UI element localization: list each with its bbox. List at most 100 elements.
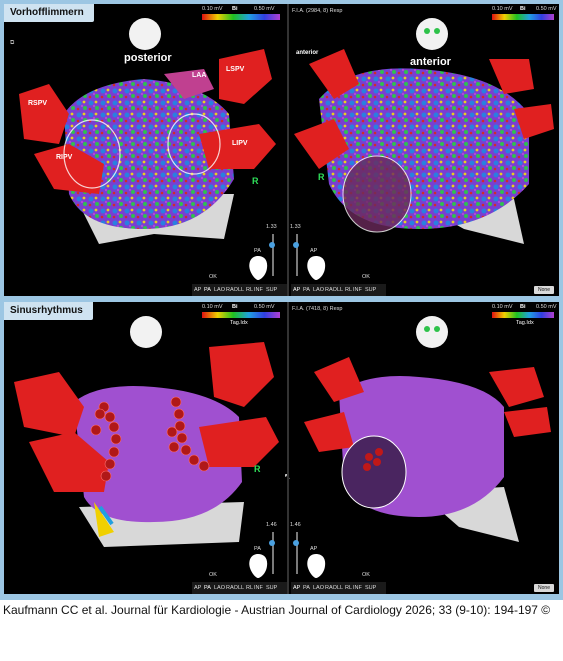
- tool-icons-top-left[interactable]: ⧉: [10, 40, 14, 47]
- tb-ll[interactable]: LL: [238, 287, 244, 293]
- scale-max-top: 0.50 mV: [536, 6, 557, 12]
- label-lspv: LSPV: [226, 66, 245, 73]
- tb-b-lao[interactable]: LAO: [214, 585, 225, 591]
- color-scale-top-right: [492, 14, 554, 20]
- tb-ll-r[interactable]: LL: [337, 287, 343, 293]
- slider-value-left-bottom: 1.46: [266, 522, 277, 528]
- ok-label-top-right[interactable]: OK: [362, 274, 370, 280]
- tb-lao[interactable]: LAO: [214, 287, 225, 293]
- heart-orientation-icon-ap-top: [307, 256, 326, 280]
- view-label-posterior: posterior: [124, 52, 172, 64]
- tb-b-ll-r[interactable]: LL: [337, 585, 343, 591]
- none-button-bottom[interactable]: None: [534, 584, 554, 592]
- tb-b-sup[interactable]: SUP: [266, 585, 277, 591]
- scale-max-bottom-left: 0.50 mV: [254, 304, 275, 310]
- tb-b-ap-r[interactable]: AP: [293, 585, 300, 591]
- tb-b-inf-r[interactable]: INF: [353, 585, 362, 591]
- figure-frame: Vorhofflimmern posterior RSPV RIPV LSPV …: [0, 0, 563, 600]
- bottom-panel: Sinusrhythmus R ↖: [4, 302, 559, 594]
- figure-caption: Kaufmann CC et al. Journal für Kardiolog…: [3, 603, 551, 617]
- scale-min-top-left: 0.10 mV: [202, 6, 223, 12]
- tb-ap-r[interactable]: AP: [293, 287, 300, 293]
- tb-b-rao[interactable]: RAO: [226, 585, 238, 591]
- heart-orientation-icon-ap-bottom: [307, 554, 326, 578]
- ok-label-bottom-left[interactable]: OK: [209, 572, 217, 578]
- label-rspv: RSPV: [28, 100, 48, 107]
- r-marker-left-top: R: [252, 176, 259, 186]
- tb-b-rao-r[interactable]: RAO: [325, 585, 337, 591]
- toolbar-top-right: AP PA LAO RAO LL RL INF SUP: [291, 284, 386, 296]
- orientation-face-posterior-top: [129, 18, 161, 50]
- label-anterior-small: anterior: [296, 50, 319, 56]
- orientation-face-posterior-bottom: [130, 316, 162, 348]
- tb-inf[interactable]: INF: [254, 287, 263, 293]
- tb-b-ap[interactable]: AP: [194, 585, 201, 591]
- face-eye-right-b: [434, 326, 440, 332]
- face-eye-left-b: [424, 326, 430, 332]
- tb-rl-r[interactable]: RL: [345, 287, 352, 293]
- slider-value-right-bottom: 1.46: [290, 522, 301, 528]
- tb-b-ll[interactable]: LL: [238, 585, 244, 591]
- color-scale-bottom-right: [492, 312, 554, 318]
- tb-b-pa[interactable]: PA: [204, 585, 211, 591]
- tb-pa-r[interactable]: PA: [303, 287, 310, 293]
- scale-mode-top: Bi: [520, 6, 526, 12]
- slider-value-right-top: 1.33: [290, 224, 301, 230]
- scale-min-bottom: 0.10 mV: [492, 304, 513, 310]
- tb-b-inf[interactable]: INF: [254, 585, 263, 591]
- toolbar-top-left: AP PA LAO RAO LL RL INF SUP: [192, 284, 287, 296]
- toolbar-bottom-left: AP PA LAO RAO LL RL INF SUP: [192, 582, 287, 594]
- view-label-anterior: anterior: [410, 56, 451, 68]
- tb-b-sup-r[interactable]: SUP: [365, 585, 376, 591]
- scale-max-bottom: 0.50 mV: [536, 304, 557, 310]
- tb-sup-r[interactable]: SUP: [365, 287, 376, 293]
- tb-rao[interactable]: RAO: [226, 287, 238, 293]
- slider-knob-left-bottom[interactable]: [269, 540, 275, 546]
- vein-lspv: [219, 49, 272, 104]
- scale-min-top: 0.10 mV: [492, 6, 513, 12]
- scale-mode-top-left: Bi: [232, 6, 238, 12]
- tb-ap[interactable]: AP: [194, 287, 201, 293]
- tb-b-pa-r[interactable]: PA: [303, 585, 310, 591]
- right-header-text-bottom: F.I.A. (7418, 8) Resp: [292, 306, 343, 312]
- scale-mode-bottom-left: Bi: [232, 304, 238, 310]
- slider-knob-right-top[interactable]: [293, 242, 299, 248]
- ok-label-top-left[interactable]: OK: [209, 274, 217, 280]
- slider-right-bottom[interactable]: [296, 532, 298, 574]
- face-eye-right: [434, 28, 440, 34]
- color-scale-top-left: [202, 14, 280, 20]
- slider-knob-right-bottom[interactable]: [293, 540, 299, 546]
- tb-rl[interactable]: RL: [246, 287, 253, 293]
- slider-knob-left-top[interactable]: [269, 242, 275, 248]
- label-laa: LAA: [192, 72, 207, 79]
- tb-inf-r[interactable]: INF: [353, 287, 362, 293]
- slider-left-bottom[interactable]: [272, 532, 274, 574]
- tb-b-rl-r[interactable]: RL: [345, 585, 352, 591]
- tb-sup[interactable]: SUP: [266, 287, 277, 293]
- tb-rao-r[interactable]: RAO: [325, 287, 337, 293]
- tb-b-lao-r[interactable]: LAO: [313, 585, 324, 591]
- heart-orientation-icon-pa-top: [249, 256, 268, 280]
- slider-left-top[interactable]: [272, 234, 274, 276]
- none-button-top[interactable]: None: [534, 286, 554, 294]
- slider-value-left-top: 1.33: [266, 224, 277, 230]
- slider-right-top[interactable]: [296, 234, 298, 276]
- label-ripv: RIPV: [56, 154, 73, 161]
- face-eye-left: [424, 28, 430, 34]
- heart-orientation-icon-pa-bottom: [249, 554, 268, 578]
- r-marker-right-top: R: [318, 172, 325, 182]
- orientation-face-anterior-bottom: [416, 316, 448, 348]
- tb-pa[interactable]: PA: [204, 287, 211, 293]
- vein-rspv: [19, 84, 69, 144]
- color-scale-bottom-left: [202, 312, 280, 318]
- tb-lao-r[interactable]: LAO: [313, 287, 324, 293]
- label-lipv: LIPV: [232, 140, 248, 147]
- tag-label-bottom-right: Tag.Idx: [516, 320, 534, 326]
- scale-mode-bottom: Bi: [520, 304, 526, 310]
- r-marker-left-bottom: R: [254, 464, 261, 474]
- tb-b-rl[interactable]: RL: [246, 585, 253, 591]
- tag-label-bottom-left: Tag.Idx: [230, 320, 248, 326]
- orientation-face-anterior-top: [416, 18, 448, 50]
- top-panel: Vorhofflimmern posterior RSPV RIPV LSPV …: [4, 4, 559, 296]
- ok-label-bottom-right[interactable]: OK: [362, 572, 370, 578]
